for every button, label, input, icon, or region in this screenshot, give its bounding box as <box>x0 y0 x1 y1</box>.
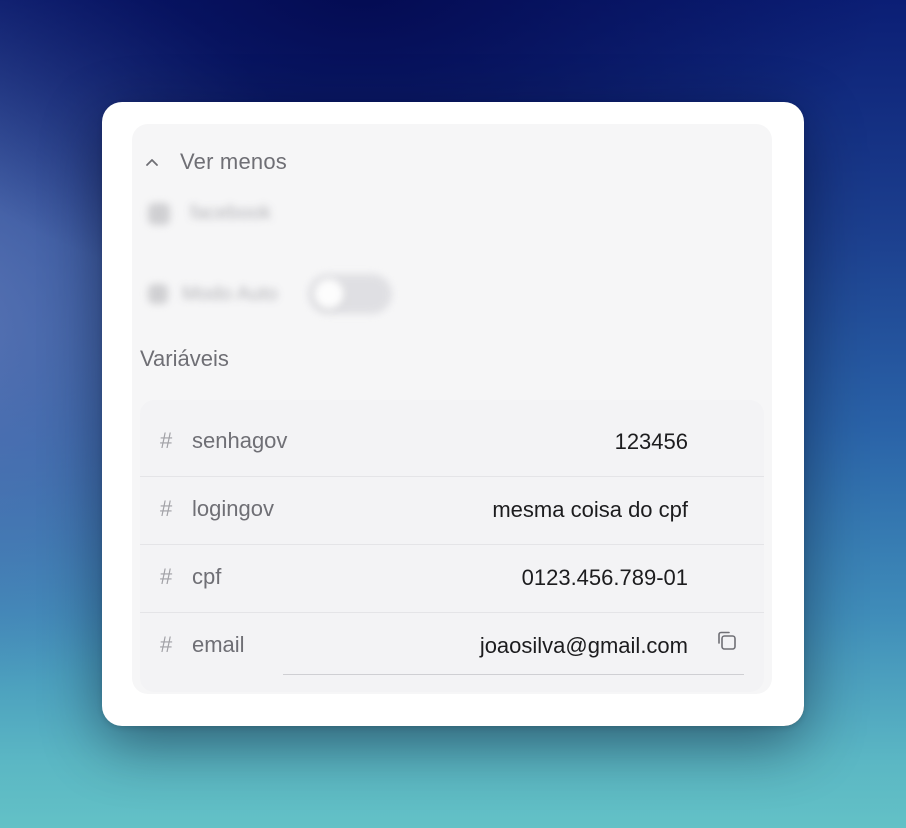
variable-value[interactable]: 0123.456.789-01 <box>522 565 688 591</box>
variable-name: senhagov <box>192 428 288 453</box>
variable-value[interactable]: 123456 <box>615 429 688 455</box>
blurred-toggle-row: Modo Auto <box>148 274 392 314</box>
details-panel: Ver menos facebook Modo Auto Variáveis #… <box>132 124 772 694</box>
variable-row-senhagov[interactable]: # senhagov 123456 <box>140 408 764 477</box>
app-icon <box>148 202 170 225</box>
blurred-hidden-content: facebook Modo Auto <box>140 192 764 332</box>
copy-icon[interactable] <box>714 628 740 654</box>
toggle-knob <box>313 279 344 309</box>
variable-row-logingov[interactable]: # logingov mesma coisa do cpf <box>140 476 764 545</box>
chevron-up-icon <box>142 152 162 172</box>
blurred-toggle-label: Modo Auto <box>182 282 278 305</box>
variable-value-field[interactable]: joaosilva@gmail.com <box>480 633 688 659</box>
variable-row-email[interactable]: # email joaosilva@gmail.com <box>140 612 764 680</box>
variable-name: email <box>192 632 245 657</box>
variables-section-title: Variáveis <box>140 346 229 371</box>
variable-value[interactable]: mesma coisa do cpf <box>492 497 688 523</box>
blurred-toggle-switch <box>307 274 392 314</box>
hash-icon: # <box>160 632 173 657</box>
blurred-item-label: facebook <box>190 202 272 224</box>
collapse-toggle-label: Ver menos <box>180 149 287 174</box>
mode-icon <box>148 284 168 304</box>
hash-icon: # <box>160 564 173 589</box>
hash-icon: # <box>160 428 173 453</box>
collapse-toggle-button[interactable]: Ver menos <box>142 144 287 180</box>
variable-name: cpf <box>192 564 222 589</box>
variable-name: logingov <box>192 496 274 521</box>
variables-popover: Ver menos facebook Modo Auto Variáveis #… <box>102 102 804 726</box>
variable-row-cpf[interactable]: # cpf 0123.456.789-01 <box>140 544 764 613</box>
hash-icon: # <box>160 496 173 521</box>
blurred-item-row: facebook <box>148 202 271 225</box>
variables-list: # senhagov 123456 # logingov mesma coisa… <box>140 400 764 692</box>
value-field-underline <box>283 674 744 675</box>
